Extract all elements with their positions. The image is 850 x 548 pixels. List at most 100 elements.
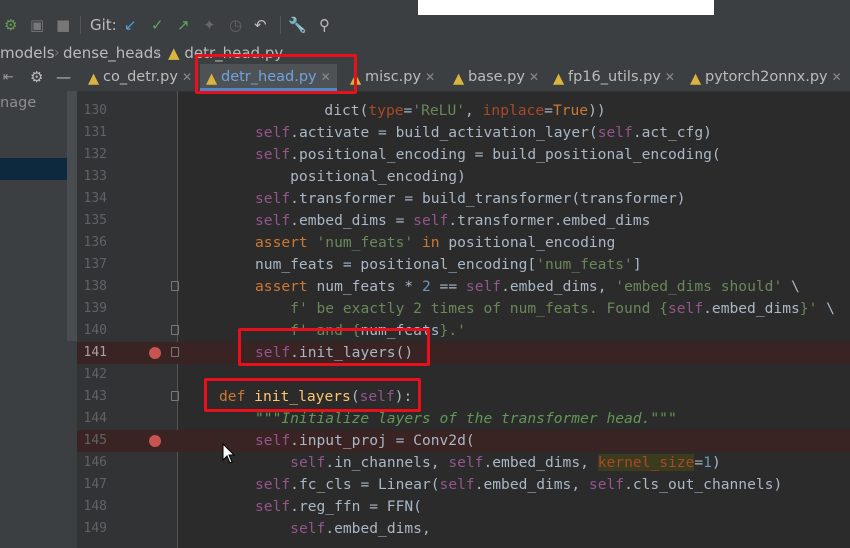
code-line: 149 self.embed_dims, [77, 518, 850, 540]
code-line-breakpoint: 141 self.init_layers() [77, 342, 850, 364]
python-file-icon: ▲ [350, 71, 362, 87]
git-update-icon[interactable]: ↙ [124, 12, 137, 38]
line-number: 146 [83, 455, 107, 470]
close-icon[interactable]: ✕ [832, 70, 842, 84]
code-line: 136 assert 'num_feats' in positional_enc… [77, 232, 850, 254]
close-icon[interactable]: ✕ [182, 70, 192, 84]
python-file-icon: ▲ [168, 44, 180, 62]
history-icon[interactable]: ◷ [229, 12, 242, 38]
tab-label: fp16_utils.py [568, 69, 661, 85]
tab-fp16-utils[interactable]: ▲ fp16_utils.py ✕ [553, 64, 675, 91]
code-text: assert 'num_feats' in positional_encodin… [255, 234, 616, 251]
line-number: 147 [83, 477, 107, 492]
code-text: self.positional_encoding = build_positio… [255, 146, 721, 163]
code-text: positional_encoding) [255, 168, 466, 185]
tab-label: co_detr.py [103, 69, 178, 85]
line-number: 145 [83, 433, 107, 448]
breakpoint-icon[interactable] [149, 435, 161, 447]
close-icon[interactable]: ✕ [529, 70, 539, 84]
breadcrumb-item-models[interactable]: models [0, 42, 55, 64]
code-line: 146 self.in_channels, self.embed_dims, k… [77, 452, 850, 474]
code-line: 139 f' be exactly 2 times of num_feats. … [77, 298, 850, 320]
code-line-breakpoint: 145 self.input_proj = Conv2d( [77, 430, 850, 452]
line-number: 143 [83, 389, 107, 404]
line-number: 149 [83, 521, 107, 536]
close-icon[interactable]: ✕ [321, 70, 331, 84]
code-line: 148 self.reg_ffn = FFN( [77, 496, 850, 518]
line-number: 134 [83, 191, 107, 206]
git-commit-icon[interactable]: ✓ [151, 12, 164, 38]
code-line: 137 num_feats = positional_encoding['num… [77, 254, 850, 276]
code-line: 134 self.transformer = build_transformer… [77, 188, 850, 210]
line-number: 136 [83, 235, 107, 250]
git-merge-icon[interactable]: ✦ [203, 12, 216, 38]
python-file-icon: ▲ [553, 71, 565, 87]
code-line: 143 def init_layers(self): [77, 386, 850, 408]
breadcrumb-item-file[interactable]: ▲ detr_head.py [168, 42, 283, 64]
line-number: 139 [83, 301, 107, 316]
git-label: Git: [90, 16, 117, 34]
minimize-icon[interactable]: — [56, 64, 71, 90]
search-icon[interactable]: ⚲ [319, 12, 330, 38]
mouse-pointer-icon [222, 443, 236, 464]
coverage-icon[interactable]: ▣ [30, 12, 44, 38]
close-icon[interactable]: ✕ [425, 70, 435, 84]
code-text: f' and {num_feats}.' [290, 322, 466, 339]
project-panel-selection[interactable] [0, 158, 67, 180]
git-push-icon[interactable]: ↗ [177, 12, 190, 38]
tab-detr-head[interactable]: ▲ detr_head.py ✕ [200, 64, 337, 91]
code-text: self.init_layers() [255, 344, 414, 361]
code-line: 138 assert num_feats * 2 == self.embed_d… [77, 276, 850, 298]
fold-icon[interactable] [171, 347, 179, 357]
breadcrumb-item-dense-heads[interactable]: dense_heads [63, 42, 161, 64]
close-icon[interactable]: ✕ [665, 70, 675, 84]
stop-icon[interactable]: ■ [56, 12, 70, 38]
code-text: self.fc_cls = Linear(self.embed_dims, se… [255, 476, 783, 493]
line-number: 132 [83, 147, 107, 162]
breakpoint-icon[interactable] [149, 347, 161, 359]
code-text: self.input_proj = Conv2d( [255, 432, 475, 449]
line-number: 131 [83, 125, 107, 140]
tab-base[interactable]: ▲ base.py ✕ [453, 64, 539, 91]
python-file-icon: ▲ [690, 71, 702, 87]
tab-label: base.py [468, 69, 525, 85]
fold-icon[interactable] [171, 391, 179, 401]
breadcrumb: models › dense_heads › ▲ detr_head.py [0, 41, 850, 65]
code-text: num_feats = positional_encoding['num_fea… [255, 256, 642, 273]
code-line: 133 positional_encoding) [77, 166, 850, 188]
fold-icon[interactable] [171, 281, 179, 291]
line-number: 140 [83, 323, 107, 338]
code-text: self.embed_dims, [290, 520, 431, 537]
fold-icon[interactable] [171, 325, 179, 335]
tab-co-detr[interactable]: ▲ co_detr.py ✕ [88, 64, 192, 91]
project-panel-label: nage [0, 95, 37, 111]
gear-icon[interactable]: ⚙ [30, 64, 43, 90]
line-number: 130 [83, 103, 107, 118]
toolbar-separator [280, 16, 281, 34]
breadcrumb-separator: › [54, 45, 60, 61]
code-text: self.reg_ffn = FFN( [255, 498, 422, 515]
wrench-icon[interactable]: 🔧 [288, 12, 307, 38]
breadcrumb-file-label: detr_head.py [184, 44, 284, 62]
search-strip [418, 0, 714, 15]
rollback-icon[interactable]: ↶ [254, 12, 267, 38]
code-text: self.transformer = build_transformer(tra… [255, 190, 686, 207]
tab-misc[interactable]: ▲ misc.py ✕ [350, 64, 435, 91]
toolbar-separator [80, 16, 81, 34]
project-panel-scrollbar[interactable] [67, 91, 77, 341]
code-text: self.embed_dims = self.transformer.embed… [255, 212, 651, 229]
breadcrumb-separator: › [155, 45, 161, 61]
code-text: dict(type='ReLU', inplace=True)) [219, 102, 606, 119]
line-number: 138 [83, 279, 107, 294]
python-file-icon: ▲ [453, 71, 465, 87]
code-line: 147 self.fc_cls = Linear(self.embed_dims… [77, 474, 850, 496]
bug-icon[interactable]: ⚙ [4, 12, 17, 38]
tab-pytorch2onnx[interactable]: ▲ pytorch2onnx.py ✕ [690, 64, 842, 91]
code-line: 131 self.activate = build_activation_lay… [77, 122, 850, 144]
tab-label: pytorch2onnx.py [705, 69, 828, 85]
line-number: 133 [83, 169, 107, 184]
code-line: 135 self.embed_dims = self.transformer.e… [77, 210, 850, 232]
code-line: 140 f' and {num_feats}.' [77, 320, 850, 342]
split-icon[interactable]: ⇤ [3, 64, 14, 90]
tab-label: detr_head.py [221, 69, 317, 85]
